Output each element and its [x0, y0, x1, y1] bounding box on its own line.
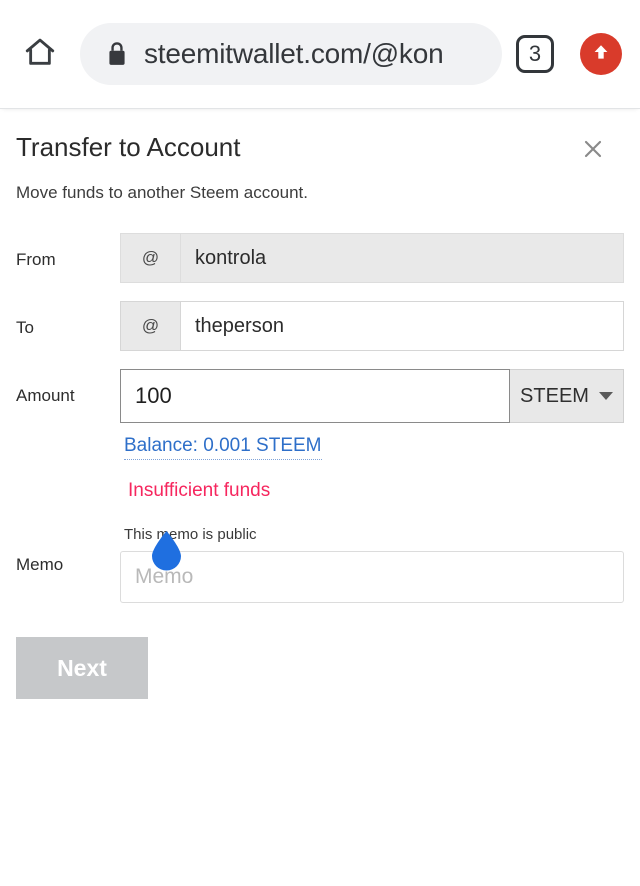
- to-row: To @: [16, 301, 624, 352]
- from-label: From: [16, 250, 56, 270]
- from-row: From @: [16, 233, 624, 284]
- balance-link[interactable]: Balance: 0.001 STEEM: [124, 435, 322, 461]
- close-icon: [581, 137, 605, 166]
- memo-row: Memo This memo is public: [16, 526, 624, 604]
- to-at-prefix: @: [120, 301, 180, 352]
- amount-error-message: Insufficient funds: [128, 480, 271, 502]
- lock-icon: [106, 41, 128, 67]
- upload-arrow-icon: [589, 40, 613, 69]
- amount-row: Amount STEEM Balance: 0.001 STEEM Insuff…: [16, 369, 624, 502]
- memo-hint: This memo is public: [124, 526, 257, 544]
- url-bar[interactable]: steemitwallet.com/@kon: [80, 23, 502, 85]
- dialog-header: Transfer to Account Move funds to anothe…: [16, 108, 624, 203]
- dialog-subtitle: Move funds to another Steem account.: [16, 183, 309, 203]
- from-at-prefix: @: [120, 233, 180, 284]
- transfer-dialog: Transfer to Account Move funds to anothe…: [0, 108, 640, 700]
- to-label: To: [16, 318, 34, 338]
- next-button[interactable]: Next: [16, 637, 148, 700]
- next-button-label: Next: [57, 654, 107, 681]
- currency-label: STEEM: [520, 384, 589, 407]
- upload-action-button[interactable]: [580, 33, 622, 75]
- close-button[interactable]: [576, 134, 610, 168]
- amount-label: Amount: [16, 386, 75, 406]
- from-input-group: @: [120, 233, 624, 284]
- amount-input-group: STEEM: [120, 369, 624, 424]
- memo-label: Memo: [16, 555, 64, 575]
- tab-counter-button[interactable]: 3: [516, 35, 554, 73]
- browser-toolbar: steemitwallet.com/@kon 3: [0, 0, 640, 108]
- to-account-input[interactable]: [180, 301, 624, 352]
- tab-count-label: 3: [528, 41, 542, 66]
- transfer-form: From @ To @ Amount: [16, 233, 624, 700]
- url-text: steemitwallet.com/@kon: [144, 38, 444, 69]
- from-account-input: [180, 233, 624, 284]
- page-title: Transfer to Account: [16, 132, 241, 162]
- home-button[interactable]: [14, 28, 66, 80]
- chevron-down-icon: [598, 392, 613, 401]
- balance-line: Balance: 0.001 STEEM: [124, 435, 624, 461]
- home-icon: [23, 35, 57, 74]
- to-input-group: @: [120, 301, 624, 352]
- amount-input[interactable]: [120, 369, 510, 424]
- memo-input[interactable]: [120, 551, 624, 604]
- currency-select[interactable]: STEEM: [510, 369, 624, 424]
